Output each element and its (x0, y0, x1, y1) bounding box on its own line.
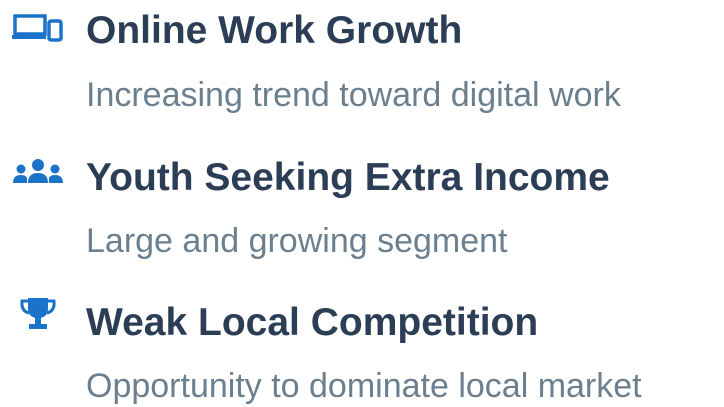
item-title: Youth Seeking Extra Income (86, 156, 610, 199)
item-subtitle: Large and growing segment (86, 222, 508, 260)
item-title: Weak Local Competition (86, 301, 539, 344)
trophy-icon (12, 294, 64, 334)
users-icon (12, 152, 64, 192)
item-title: Online Work Growth (86, 9, 463, 52)
item-subtitle: Increasing trend toward digital work (86, 76, 621, 114)
devices-icon (12, 8, 64, 48)
item-subtitle: Opportunity to dominate local market (86, 367, 642, 405)
